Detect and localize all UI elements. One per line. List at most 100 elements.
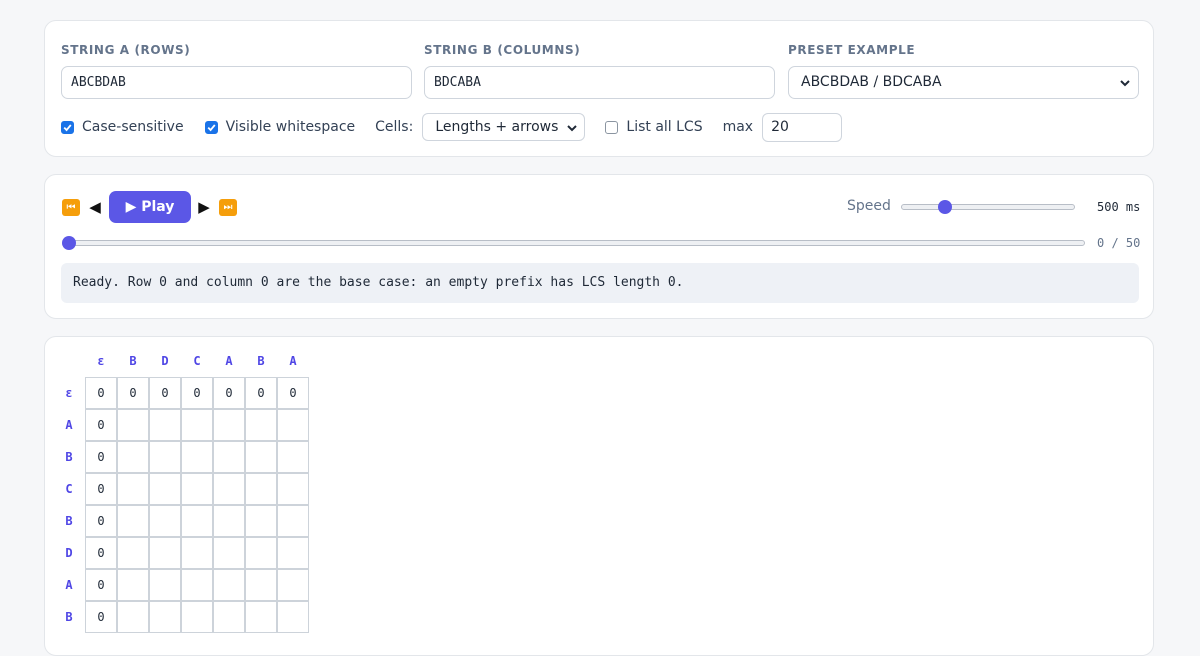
case-sensitive-checkbox[interactable] [61, 120, 74, 134]
table-cell [149, 569, 181, 601]
table-cell [213, 441, 245, 473]
table-cell [213, 569, 245, 601]
next-step-button[interactable]: ▶ [196, 195, 212, 219]
step-back-icon: ◀ [89, 198, 101, 216]
string-b-input[interactable]: BDCABA [424, 66, 775, 99]
table-cell [213, 537, 245, 569]
table-cell [245, 537, 277, 569]
table-cell: 0 [85, 569, 117, 601]
chevron-down-icon [567, 125, 578, 132]
case-sensitive-label: Case-sensitive [82, 119, 184, 135]
table-cell [277, 569, 309, 601]
table-cell: 0 [181, 377, 213, 409]
table-cell [181, 409, 213, 441]
table-cell [181, 537, 213, 569]
table-cell [245, 441, 277, 473]
string-a-input[interactable]: ABCBDAB [61, 66, 412, 99]
row-header: B [65, 610, 73, 624]
step-counter: 0 / 50 [1097, 236, 1141, 250]
table-cell [117, 505, 149, 537]
table-cell: 0 [117, 377, 149, 409]
options-row: Case-sensitive Visible whitespace Cells:… [61, 112, 843, 142]
step-slider-track[interactable] [69, 240, 1085, 246]
inputs-panel: STRING A (ROWS) ABCBDAB STRING B (COLUMN… [44, 20, 1154, 157]
table-cell [181, 441, 213, 473]
step-slider-thumb[interactable] [62, 236, 76, 250]
cells-select-value: Lengths + arrows [435, 119, 559, 135]
table-cell [117, 473, 149, 505]
preset-field: PRESET EXAMPLE ABCBDAB / BDCABA [788, 42, 1139, 99]
table-cell [213, 601, 245, 633]
table-cell [117, 409, 149, 441]
row-header: A [65, 578, 73, 592]
row-header: B [65, 514, 73, 528]
table-cell [149, 409, 181, 441]
table-cell [213, 473, 245, 505]
last-step-button[interactable]: ⏭ [218, 195, 238, 219]
table-cell [181, 473, 213, 505]
string-b-field: STRING B (COLUMNS) BDCABA [424, 42, 775, 99]
max-input[interactable]: 20 [762, 112, 843, 142]
table-cell [245, 409, 277, 441]
col-header: C [193, 354, 201, 368]
table-cell [149, 441, 181, 473]
table-cell [213, 505, 245, 537]
visible-whitespace-label: Visible whitespace [225, 119, 356, 135]
table-cell: 0 [85, 409, 117, 441]
table-cell [117, 441, 149, 473]
table-cell [117, 601, 149, 633]
col-header: A [225, 354, 233, 368]
table-cell [149, 601, 181, 633]
table-cell [245, 601, 277, 633]
string-b-label: STRING B (COLUMNS) [424, 43, 581, 57]
visible-whitespace-checkbox[interactable] [204, 120, 218, 134]
max-label: max [722, 119, 754, 135]
table-cell [277, 409, 309, 441]
table-cell [277, 441, 309, 473]
playback-panel: ⏮ ◀ ▶ Play ▶ ⏭ Speed 500 ms 0 / 50 Ready… [44, 174, 1154, 319]
table-cell [277, 473, 309, 505]
list-all-lcs-checkbox[interactable] [605, 120, 619, 134]
speed-value: 500 ms [1097, 200, 1141, 214]
table-cell [277, 537, 309, 569]
status-message: Ready. Row 0 and column 0 are the base c… [61, 263, 1139, 303]
cells-label: Cells: [375, 119, 414, 135]
speed-slider-thumb[interactable] [937, 200, 952, 214]
table-cell [117, 569, 149, 601]
first-step-button[interactable]: ⏮ [61, 195, 81, 219]
table-cell [181, 569, 213, 601]
preset-select[interactable]: ABCBDAB / BDCABA [788, 66, 1139, 99]
check-icon [207, 123, 216, 131]
list-all-lcs-label: List all LCS [626, 119, 703, 135]
skip-to-end-icon: ⏭ [219, 198, 237, 216]
speed-slider-track[interactable] [901, 204, 1075, 210]
table-cell: 0 [85, 505, 117, 537]
table-cell [181, 601, 213, 633]
row-header: B [65, 450, 73, 464]
table-cell [245, 569, 277, 601]
table-cell [117, 537, 149, 569]
col-header: B [129, 354, 137, 368]
table-cell [277, 601, 309, 633]
table-cell [149, 537, 181, 569]
col-header: A [289, 354, 297, 368]
preset-label: PRESET EXAMPLE [788, 43, 916, 57]
table-cell: 0 [277, 377, 309, 409]
table-cell: 0 [85, 537, 117, 569]
row-header: D [65, 546, 73, 560]
dp-table-panel: εBDCABAεABCBDAB00000000000000 [44, 336, 1154, 656]
step-forward-icon: ▶ [198, 198, 210, 216]
table-cell: 0 [245, 377, 277, 409]
table-cell: 0 [213, 377, 245, 409]
speed-label: Speed [847, 198, 891, 214]
prev-step-button[interactable]: ◀ [87, 195, 103, 219]
table-cell [181, 505, 213, 537]
table-cell: 0 [85, 441, 117, 473]
row-header-empty: ε [65, 386, 73, 400]
cells-select[interactable]: Lengths + arrows [422, 113, 586, 141]
string-a-label: STRING A (ROWS) [61, 43, 191, 57]
chevron-down-icon [1120, 80, 1130, 87]
table-cell: 0 [85, 473, 117, 505]
play-button[interactable]: ▶ Play [109, 191, 191, 223]
skip-to-start-icon: ⏮ [62, 198, 80, 216]
